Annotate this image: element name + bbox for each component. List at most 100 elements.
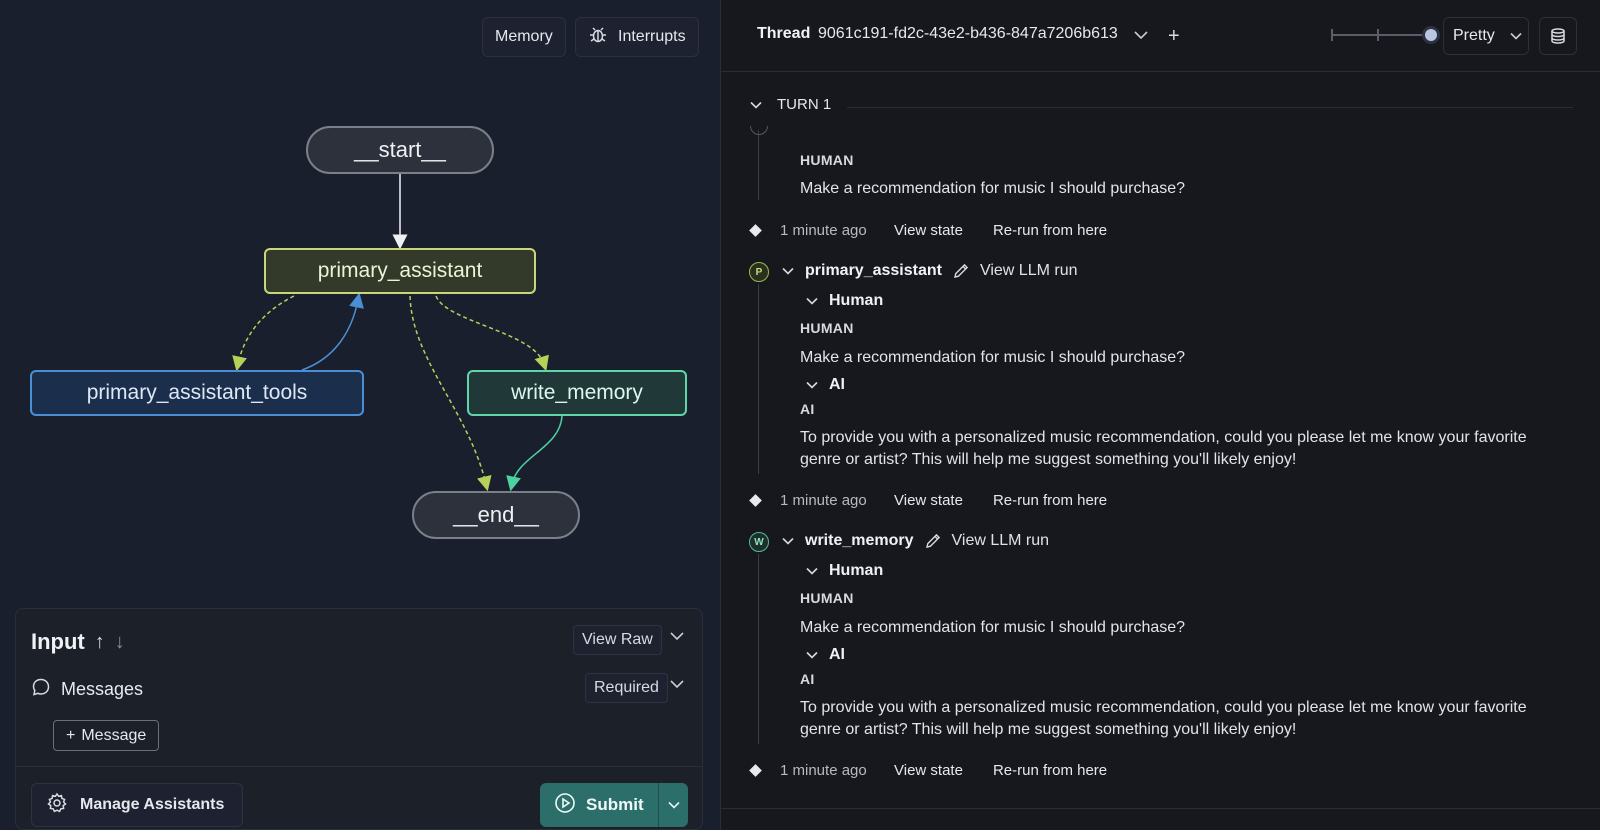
divider: [847, 107, 1573, 108]
view-llm-run-link[interactable]: View LLM run: [980, 262, 1078, 280]
new-thread-plus-icon[interactable]: +: [1168, 25, 1180, 48]
message-role: AI: [800, 671, 815, 687]
checkpoint-diamond-icon: [749, 494, 762, 507]
slider-tick: [1377, 29, 1379, 41]
avatar: [750, 126, 768, 135]
chevron-down-icon[interactable]: [669, 676, 685, 697]
checkpoint-diamond-icon: [749, 764, 762, 777]
submit-button[interactable]: Submit: [540, 783, 658, 827]
view-state-link[interactable]: View state: [894, 492, 963, 509]
submit-label: Submit: [586, 795, 644, 814]
arrow-up-icon[interactable]: ↑: [95, 631, 105, 654]
view-llm-run-link[interactable]: View LLM run: [952, 532, 1050, 550]
checkpoint-time: 1 minute ago: [780, 762, 867, 779]
view-mode-label: Pretty: [1453, 27, 1495, 44]
graph-canvas[interactable]: [0, 0, 720, 600]
graph-node-primary-assistant-tools[interactable]: primary_assistant_tools: [30, 370, 364, 416]
rerun-from-here-link[interactable]: Re-run from here: [993, 492, 1107, 509]
divider: [16, 766, 702, 767]
view-raw-button[interactable]: View Raw: [573, 625, 662, 655]
edge-write-end: [506, 415, 563, 492]
timeline-line: [758, 284, 759, 474]
checkpoint-time: 1 minute ago: [780, 222, 867, 239]
message-content: To provide you with a personalized music…: [800, 699, 1527, 738]
chevron-down-icon[interactable]: [669, 628, 685, 649]
messages-label: Messages: [61, 679, 144, 699]
turn-label: TURN 1: [777, 96, 832, 113]
human-message-toggle[interactable]: Human: [805, 292, 883, 310]
play-circle-icon: [554, 792, 576, 819]
message-content: Make a recommendation for music I should…: [800, 619, 1186, 636]
required-label: Required: [594, 679, 659, 696]
node-header-write-memory: write_memory View LLM run: [781, 532, 1049, 550]
add-message-label: Message: [81, 726, 147, 744]
ai-message-toggle[interactable]: AI: [805, 376, 845, 394]
interrupts-button[interactable]: Interrupts: [575, 17, 699, 57]
checkpoint-row: 1 minute ago View state Re-run from here: [749, 222, 1137, 239]
human-message-toggle[interactable]: Human: [805, 562, 883, 580]
message-role: HUMAN: [800, 590, 854, 606]
edge-primary-tools: [232, 295, 295, 372]
message-role: HUMAN: [800, 152, 854, 168]
ai-message-toggle[interactable]: AI: [805, 646, 845, 664]
submit-button-group: Submit: [540, 783, 688, 827]
view-raw-label: View Raw: [582, 631, 653, 648]
plus-icon: +: [66, 726, 76, 744]
thread-header: Thread 9061c191-fd2c-43e2-b436-847a7206b…: [721, 0, 1600, 72]
arrow-down-icon[interactable]: ↓: [115, 631, 125, 654]
chevron-down-icon: [1510, 32, 1522, 40]
manage-assistants-button[interactable]: Manage Assistants: [31, 783, 244, 827]
view-state-link[interactable]: View state: [894, 762, 963, 779]
graph-node-start[interactable]: __start__: [306, 126, 494, 174]
human-label: Human: [829, 562, 884, 579]
message-role: HUMAN: [800, 320, 854, 336]
node-badge-write-memory: W: [749, 532, 769, 552]
turn-toggle[interactable]: TURN 1: [749, 96, 831, 113]
input-title-text: Input: [31, 629, 85, 654]
gear-icon: [46, 792, 68, 819]
timeline-line: [758, 130, 759, 200]
memory-button[interactable]: Memory: [482, 17, 566, 57]
history-slider[interactable]: [1331, 29, 1431, 41]
chevron-down-icon[interactable]: [1133, 27, 1149, 48]
input-panel: Input ↑ ↓ View Raw Messages Required + M…: [15, 608, 703, 830]
message-content: Make a recommendation for music I should…: [800, 349, 1186, 366]
graph-node-primary-assistant[interactable]: primary_assistant: [264, 248, 536, 294]
chevron-down-icon: [806, 381, 818, 389]
manage-assistants-label: Manage Assistants: [80, 796, 225, 813]
chevron-down-icon[interactable]: [781, 264, 795, 278]
chat-bubble-icon: [31, 677, 51, 702]
database-button[interactable]: [1539, 17, 1577, 55]
graph-panel: __start__ primary_assistant primary_assi…: [0, 0, 720, 830]
chevron-down-icon: [750, 101, 762, 109]
database-icon: [1551, 28, 1565, 44]
graph-node-end[interactable]: __end__: [412, 491, 580, 539]
checkpoint-time: 1 minute ago: [780, 492, 867, 509]
edge-tools-primary: [301, 292, 364, 371]
message-content: To provide you with a personalized music…: [800, 429, 1527, 468]
add-message-button[interactable]: + Message: [53, 720, 160, 751]
rerun-from-here-link[interactable]: Re-run from here: [993, 762, 1107, 779]
graph-node-write-memory[interactable]: write_memory: [467, 370, 687, 416]
edge-primary-write: [435, 295, 549, 372]
required-select[interactable]: Required: [585, 673, 668, 703]
message-content: Make a recommendation for music I should…: [800, 180, 1186, 197]
human-label: Human: [829, 292, 884, 309]
divider: [721, 808, 1600, 809]
pencil-icon[interactable]: [924, 532, 942, 550]
view-state-link[interactable]: View state: [894, 222, 963, 239]
checkpoint-row: 1 minute ago View state Re-run from here: [749, 492, 1137, 509]
slider-handle[interactable]: [1422, 26, 1440, 44]
chevron-down-icon[interactable]: [781, 534, 795, 548]
node-name: primary_assistant: [805, 262, 942, 279]
chevron-down-icon: [806, 297, 818, 305]
pencil-icon[interactable]: [952, 262, 970, 280]
timeline-line: [758, 554, 759, 744]
messages-field: Messages: [31, 677, 143, 702]
view-mode-select[interactable]: Pretty: [1443, 17, 1529, 55]
submit-options-chevron-icon[interactable]: [659, 798, 688, 812]
thread-id-select[interactable]: 9061c191-fd2c-43e2-b436-847a7206b613: [818, 25, 1118, 43]
node-badge-primary-assistant: P: [749, 262, 769, 282]
checkpoint-row: 1 minute ago View state Re-run from here: [749, 762, 1137, 779]
rerun-from-here-link[interactable]: Re-run from here: [993, 222, 1107, 239]
